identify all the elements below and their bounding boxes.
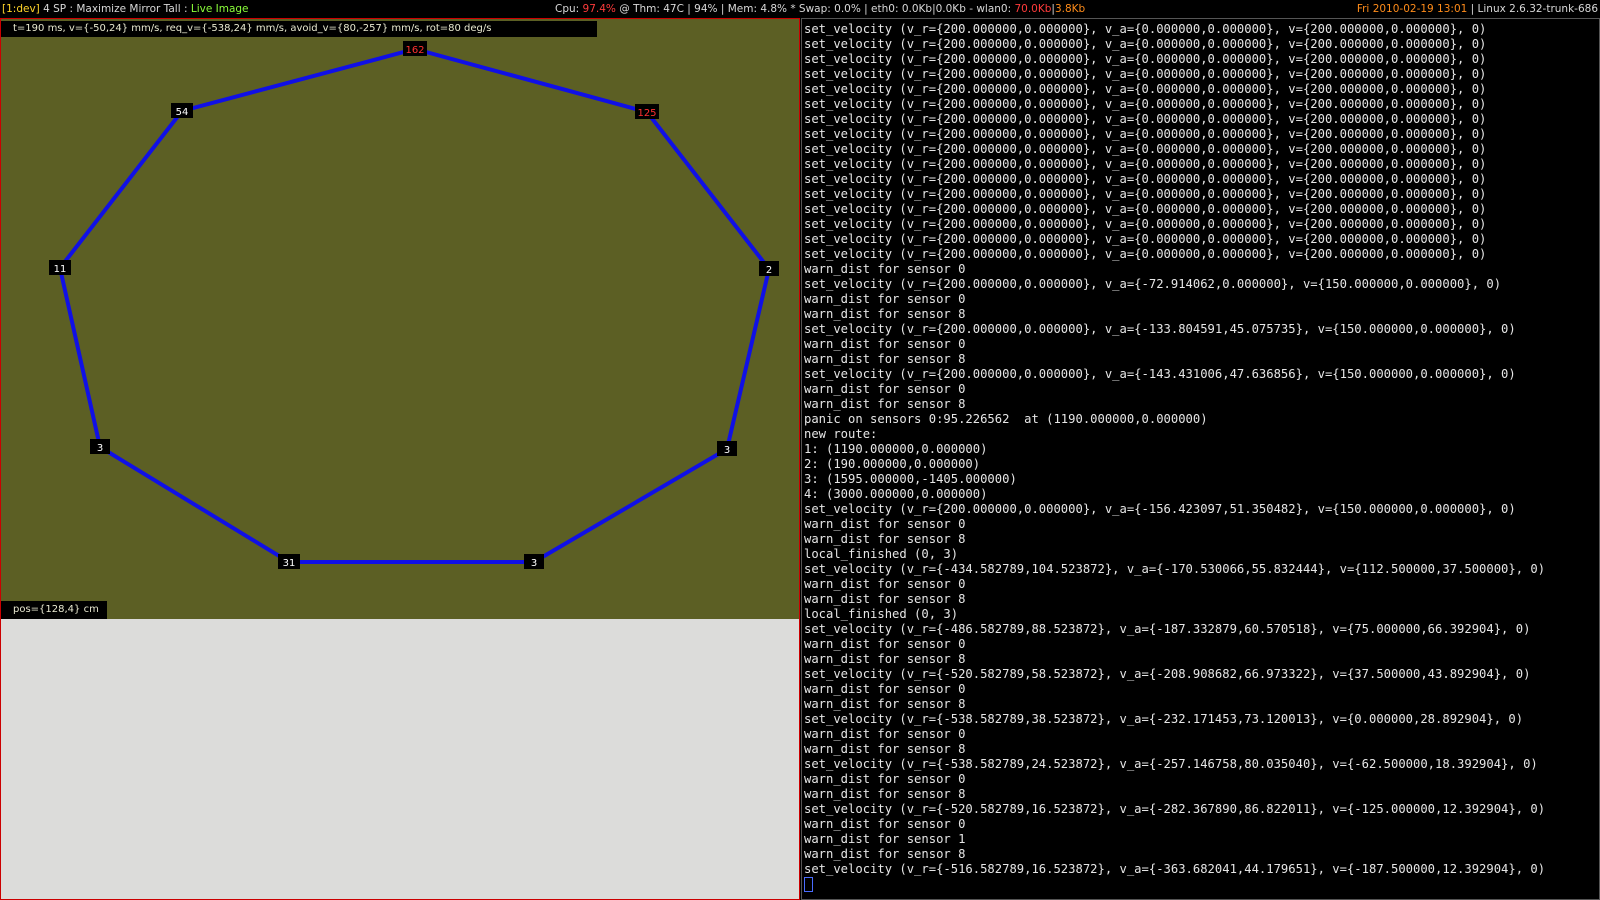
terminal-line: panic on sensors 0:95.226562 at (1190.00… <box>804 412 1208 426</box>
terminal-line: set_velocity (v_r={200.000000,0.000000},… <box>804 217 1487 231</box>
terminal-line: 1: (1190.000000,0.000000) <box>804 442 988 456</box>
terminal-line: local_finished (0, 3) <box>804 607 959 621</box>
active-window-title: Live Image <box>190 3 249 15</box>
system-info: @ Thm: 47C | 94% | Mem: 4.8% * Swap: 0.0… <box>615 3 1015 15</box>
terminal-line: warn_dist for sensor 0 <box>804 772 966 786</box>
terminal-line: set_velocity (v_r={200.000000,0.000000},… <box>804 97 1487 111</box>
terminal-line: warn_dist for sensor 0 <box>804 382 966 396</box>
terminal-line: set_velocity (v_r={200.000000,0.000000},… <box>804 112 1487 126</box>
terminal-line: set_velocity (v_r={200.000000,0.000000},… <box>804 232 1487 246</box>
terminal-line: 4: (3000.000000,0.000000) <box>804 487 988 501</box>
kernel-version: | Linux 2.6.32-trunk-686 <box>1467 3 1598 15</box>
terminal-output[interactable]: set_velocity (v_r={200.000000,0.000000},… <box>804 22 1599 892</box>
sensor-polygon <box>57 46 772 564</box>
camera-view: 162 125 2 3 3 31 3 11 54 t=190 ms, v={-50,24} mm… <box>1 19 799 619</box>
svg-text:125: 125 <box>637 108 656 119</box>
sensor-label-4: 3 <box>524 554 544 569</box>
terminal-line: local_finished (0, 3) <box>804 547 959 561</box>
terminal-line: set_velocity (v_r={200.000000,0.000000},… <box>804 247 1487 261</box>
svg-text:54: 54 <box>176 107 189 118</box>
terminal-line: set_velocity (v_r={-486.582789,88.523872… <box>804 622 1531 636</box>
telemetry-header: t=190 ms, v={-50,24} mm/s, req_v={-538,2… <box>1 21 597 37</box>
cpu-label: Cpu: <box>555 3 583 15</box>
top-status-bar: [1:dev] 4 SP : Maximize Mirror Tall : Li… <box>0 0 1600 18</box>
layout-info: 4 SP : Maximize Mirror Tall : <box>43 3 191 15</box>
terminal-line: warn_dist for sensor 0 <box>804 577 966 591</box>
live-image-window[interactable]: 162 125 2 3 3 31 3 11 54 t=190 ms, v={-50,24} mm… <box>0 18 800 900</box>
terminal-line: set_velocity (v_r={200.000000,0.000000},… <box>804 67 1487 81</box>
sensor-label-1: 125 <box>635 104 659 119</box>
terminal-line: set_velocity (v_r={-538.582789,38.523872… <box>804 712 1524 726</box>
terminal-line: set_velocity (v_r={200.000000,0.000000},… <box>804 157 1487 171</box>
wlan-down: 70.0Kb <box>1014 3 1052 15</box>
sensor-label-8: 54 <box>171 103 193 118</box>
sensor-overlay: 162 125 2 3 3 31 3 11 54 <box>49 41 779 569</box>
terminal-line: set_velocity (v_r={200.000000,0.000000},… <box>804 82 1487 96</box>
terminal-line: warn_dist for sensor 0 <box>804 517 966 531</box>
cpu-value: 97.4% <box>582 3 616 15</box>
terminal-line: warn_dist for sensor 8 <box>804 697 966 711</box>
terminal-line: set_velocity (v_r={-516.582789,16.523872… <box>804 862 1546 876</box>
terminal-line: new route: <box>804 427 878 441</box>
terminal-line: set_velocity (v_r={-434.582789,104.52387… <box>804 562 1546 576</box>
svg-text:31: 31 <box>283 558 296 569</box>
terminal-line: warn_dist for sensor 0 <box>804 637 966 651</box>
svg-text:3: 3 <box>97 443 103 454</box>
terminal-line: 3: (1595.000000,-1405.000000) <box>804 472 1017 486</box>
sensor-label-6: 3 <box>90 439 110 454</box>
terminal-line: warn_dist for sensor 8 <box>804 397 966 411</box>
clock-kernel: Fri 2010-02-19 13:01 | Linux 2.6.32-trun… <box>1357 0 1598 18</box>
terminal-line: warn_dist for sensor 1 <box>804 832 966 846</box>
terminal-line: warn_dist for sensor 0 <box>804 292 966 306</box>
terminal-line: set_velocity (v_r={200.000000,0.000000},… <box>804 142 1487 156</box>
sensor-label-5: 31 <box>278 554 300 569</box>
terminal-line: warn_dist for sensor 8 <box>804 847 966 861</box>
terminal-line: 2: (190.000000,0.000000) <box>804 457 981 471</box>
wlan-up: 3.8Kb <box>1054 3 1086 15</box>
terminal-line: warn_dist for sensor 0 <box>804 727 966 741</box>
terminal-line: set_velocity (v_r={-520.582789,58.523872… <box>804 667 1531 681</box>
svg-text:3: 3 <box>724 445 730 456</box>
terminal-line: set_velocity (v_r={-520.582789,16.523872… <box>804 802 1546 816</box>
terminal-line: warn_dist for sensor 8 <box>804 592 966 606</box>
terminal-line: set_velocity (v_r={200.000000,0.000000},… <box>804 322 1516 336</box>
sensor-label-0: 162 <box>403 41 427 56</box>
terminal-line: set_velocity (v_r={200.000000,0.000000},… <box>804 202 1487 216</box>
terminal-line: set_velocity (v_r={200.000000,0.000000},… <box>804 37 1487 51</box>
terminal-line: warn_dist for sensor 8 <box>804 352 966 366</box>
terminal-line: warn_dist for sensor 8 <box>804 652 966 666</box>
svg-text:162: 162 <box>405 45 424 56</box>
position-label: pos={128,4} cm <box>1 601 107 619</box>
terminal-line: set_velocity (v_r={200.000000,0.000000},… <box>804 22 1487 36</box>
sensor-label-2: 2 <box>759 261 779 276</box>
terminal-line: warn_dist for sensor 8 <box>804 787 966 801</box>
terminal-line: set_velocity (v_r={200.000000,0.000000},… <box>804 187 1487 201</box>
terminal-line: set_velocity (v_r={200.000000,0.000000},… <box>804 277 1502 291</box>
window-title: [1:dev] 4 SP : Maximize Mirror Tall : Li… <box>2 0 249 18</box>
workspace-tag[interactable]: [1:dev] <box>2 3 40 15</box>
svg-text:3: 3 <box>531 558 537 569</box>
terminal-cursor <box>804 877 1599 892</box>
terminal-window[interactable]: set_velocity (v_r={200.000000,0.000000},… <box>801 18 1600 900</box>
terminal-line: set_velocity (v_r={200.000000,0.000000},… <box>804 52 1487 66</box>
terminal-line: warn_dist for sensor 0 <box>804 337 966 351</box>
terminal-line: warn_dist for sensor 0 <box>804 682 966 696</box>
system-monitor: Cpu: 97.4% @ Thm: 47C | 94% | Mem: 4.8% … <box>555 0 1085 18</box>
svg-text:2: 2 <box>766 265 772 276</box>
terminal-line: warn_dist for sensor 8 <box>804 532 966 546</box>
terminal-line: set_velocity (v_r={200.000000,0.000000},… <box>804 367 1516 381</box>
terminal-line: warn_dist for sensor 0 <box>804 817 966 831</box>
terminal-line: warn_dist for sensor 8 <box>804 307 966 321</box>
terminal-line: warn_dist for sensor 0 <box>804 262 966 276</box>
terminal-line: warn_dist for sensor 8 <box>804 742 966 756</box>
datetime: Fri 2010-02-19 13:01 <box>1356 3 1468 15</box>
terminal-line: set_velocity (v_r={200.000000,0.000000},… <box>804 127 1487 141</box>
terminal-line: set_velocity (v_r={-538.582789,24.523872… <box>804 757 1538 771</box>
svg-text:11: 11 <box>54 264 67 275</box>
terminal-line: set_velocity (v_r={200.000000,0.000000},… <box>804 172 1487 186</box>
sensor-label-3: 3 <box>717 441 737 456</box>
sensor-label-7: 11 <box>49 260 71 275</box>
terminal-line: set_velocity (v_r={200.000000,0.000000},… <box>804 502 1516 516</box>
